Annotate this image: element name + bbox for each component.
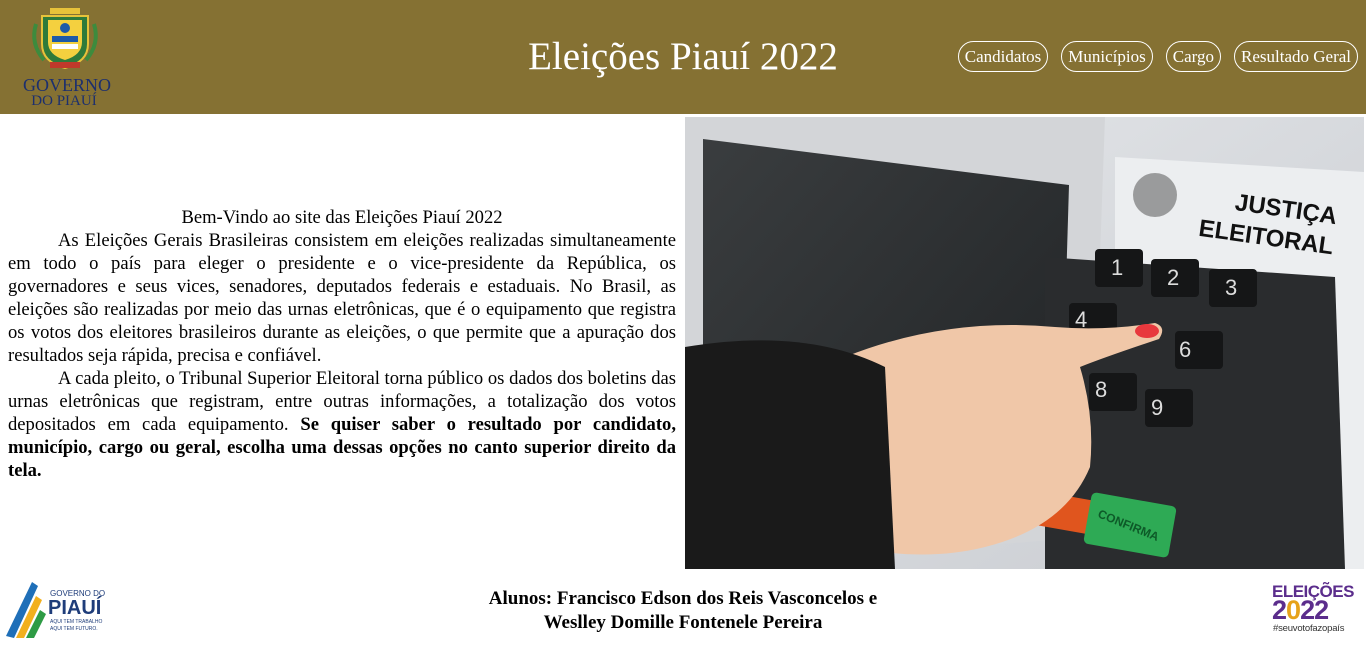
coat-of-arms-icon: GOVERNO DO PIAUÍ	[23, 8, 111, 106]
credits-line-2: Weslley Domille Fontenele Pereira	[543, 612, 823, 633]
eleicoes-2022-logo[interactable]: ELEIÇÕES 2022 #seuvotofazopaís	[1266, 582, 1358, 638]
piaui-logo-icon: GOVERNO DO PIAUÍ AQUI TEM TRABALHO AQUI …	[6, 582, 105, 638]
svg-text:AQUI TEM TRABALHO: AQUI TEM TRABALHO	[50, 619, 102, 625]
voting-machine-photo: JUSTIÇA ELEITORAL 1 2 3 4 6 8 9 CONFIRMA	[685, 117, 1364, 569]
intro-paragraph-2: A cada pleito, o Tribunal Superior Eleit…	[8, 367, 676, 482]
svg-text:6: 6	[1179, 337, 1191, 362]
svg-text:8: 8	[1095, 377, 1107, 402]
svg-text:AQUI TEM FUTURO.: AQUI TEM FUTURO.	[50, 626, 98, 632]
header: GOVERNO DO PIAUÍ Eleições Piauí 2022 Can…	[0, 0, 1366, 114]
nav-button-cargo[interactable]: Cargo	[1165, 41, 1221, 72]
svg-text:GOVERNO: GOVERNO	[23, 75, 111, 95]
svg-text:2: 2	[1167, 265, 1179, 290]
main-nav: Candidatos Municípios Cargo Resultado Ge…	[957, 41, 1358, 72]
svg-text:1: 1	[1111, 255, 1123, 280]
svg-text:3: 3	[1225, 275, 1237, 300]
eleicoes-logo-year: 2022	[1272, 595, 1329, 625]
intro-paragraph-1: As Eleições Gerais Brasileiras consistem…	[8, 230, 676, 366]
nav-button-municipios[interactable]: Municípios	[1061, 41, 1153, 72]
svg-text:9: 9	[1151, 395, 1163, 420]
voting-machine-image: JUSTIÇA ELEITORAL 1 2 3 4 6 8 9 CONFIRMA	[685, 117, 1364, 569]
brasao-icon	[1133, 173, 1177, 217]
nav-button-resultado-geral[interactable]: Resultado Geral	[1234, 41, 1358, 72]
intro-section: Bem-Vindo ao site das Eleições Piauí 202…	[8, 206, 676, 482]
governo-do-piaui-logo[interactable]: GOVERNO DO PIAUÍ	[14, 6, 120, 106]
governo-do-piaui-footer-logo[interactable]: GOVERNO DO PIAUÍ AQUI TEM TRABALHO AQUI …	[2, 576, 112, 640]
svg-text:DO PIAUÍ: DO PIAUÍ	[31, 92, 96, 106]
credits: Alunos: Francisco Edson dos Reis Vasconc…	[433, 587, 933, 635]
intro-title: Bem-Vindo ao site das Eleições Piauí 202…	[181, 207, 503, 228]
nav-button-candidatos[interactable]: Candidatos	[957, 41, 1049, 72]
eleicoes-logo-hashtag: #seuvotofazopaís	[1273, 623, 1345, 634]
svg-text:PIAUÍ: PIAUÍ	[48, 596, 102, 619]
credits-line-1: Alunos: Francisco Edson dos Reis Vasconc…	[488, 588, 878, 609]
